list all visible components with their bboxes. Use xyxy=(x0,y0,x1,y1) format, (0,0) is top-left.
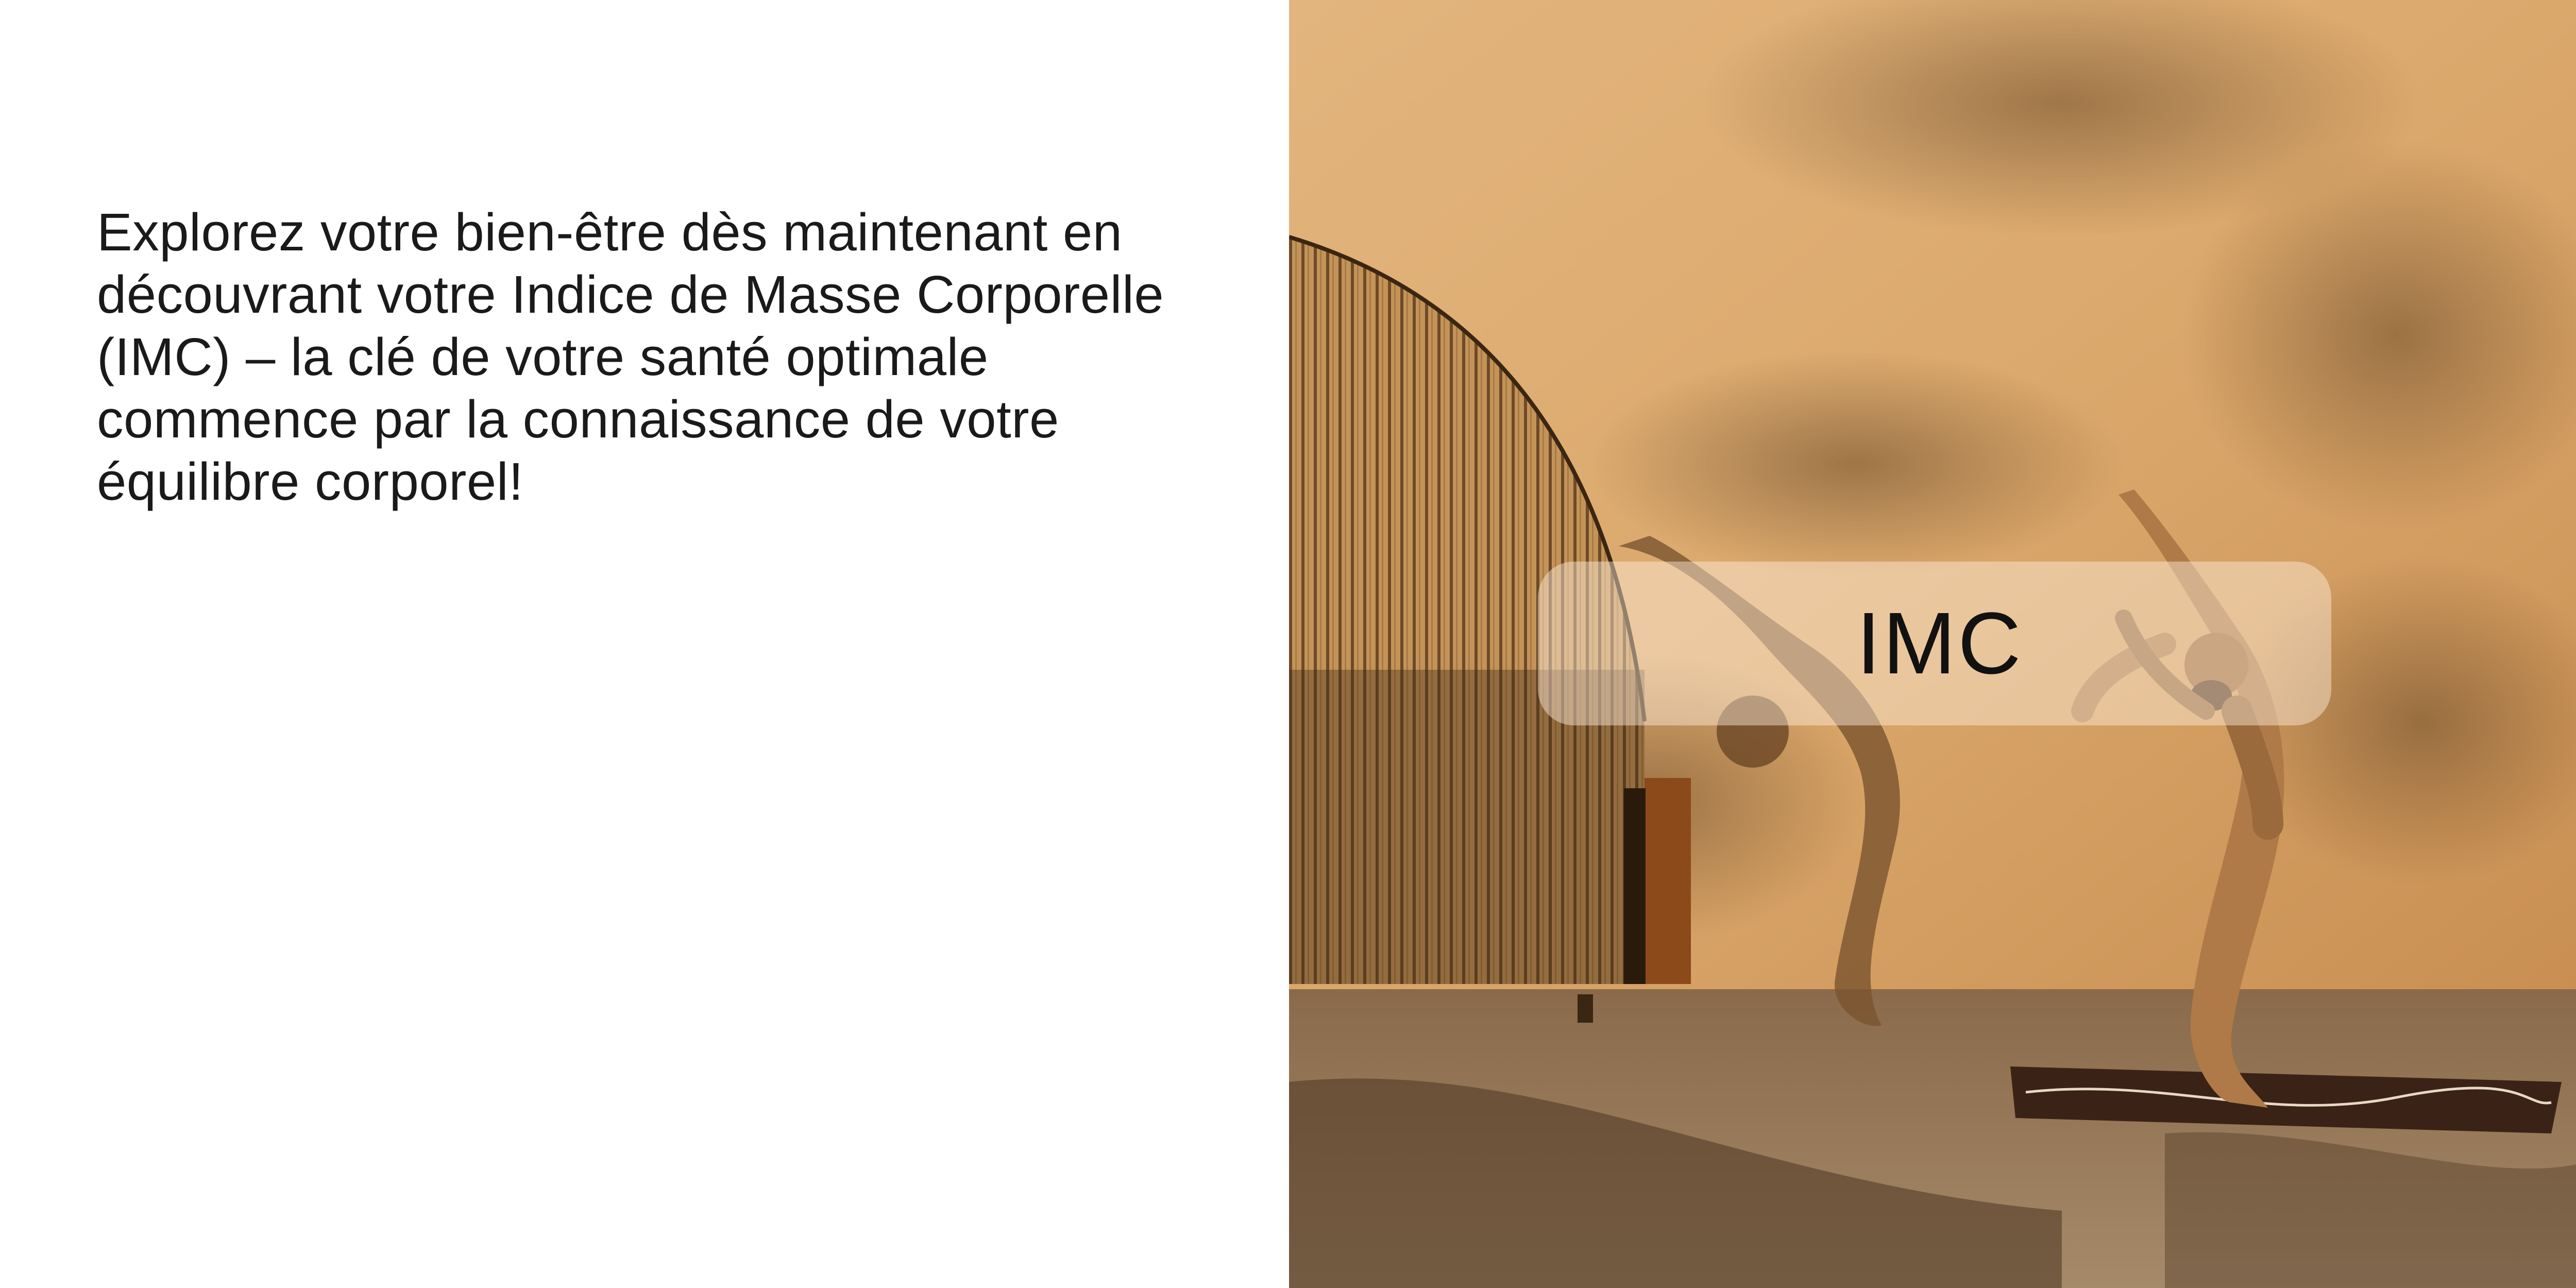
title-pill: IMC xyxy=(1538,562,2331,725)
intro-paragraph: Explorez votre bien-être dès maintenant … xyxy=(97,202,1164,511)
text-panel: Explorez votre bien-être dès maintenant … xyxy=(0,0,1288,1288)
slide: Explorez votre bien-être dès maintenant … xyxy=(0,0,2576,1288)
slide-title: IMC xyxy=(1856,595,2023,692)
